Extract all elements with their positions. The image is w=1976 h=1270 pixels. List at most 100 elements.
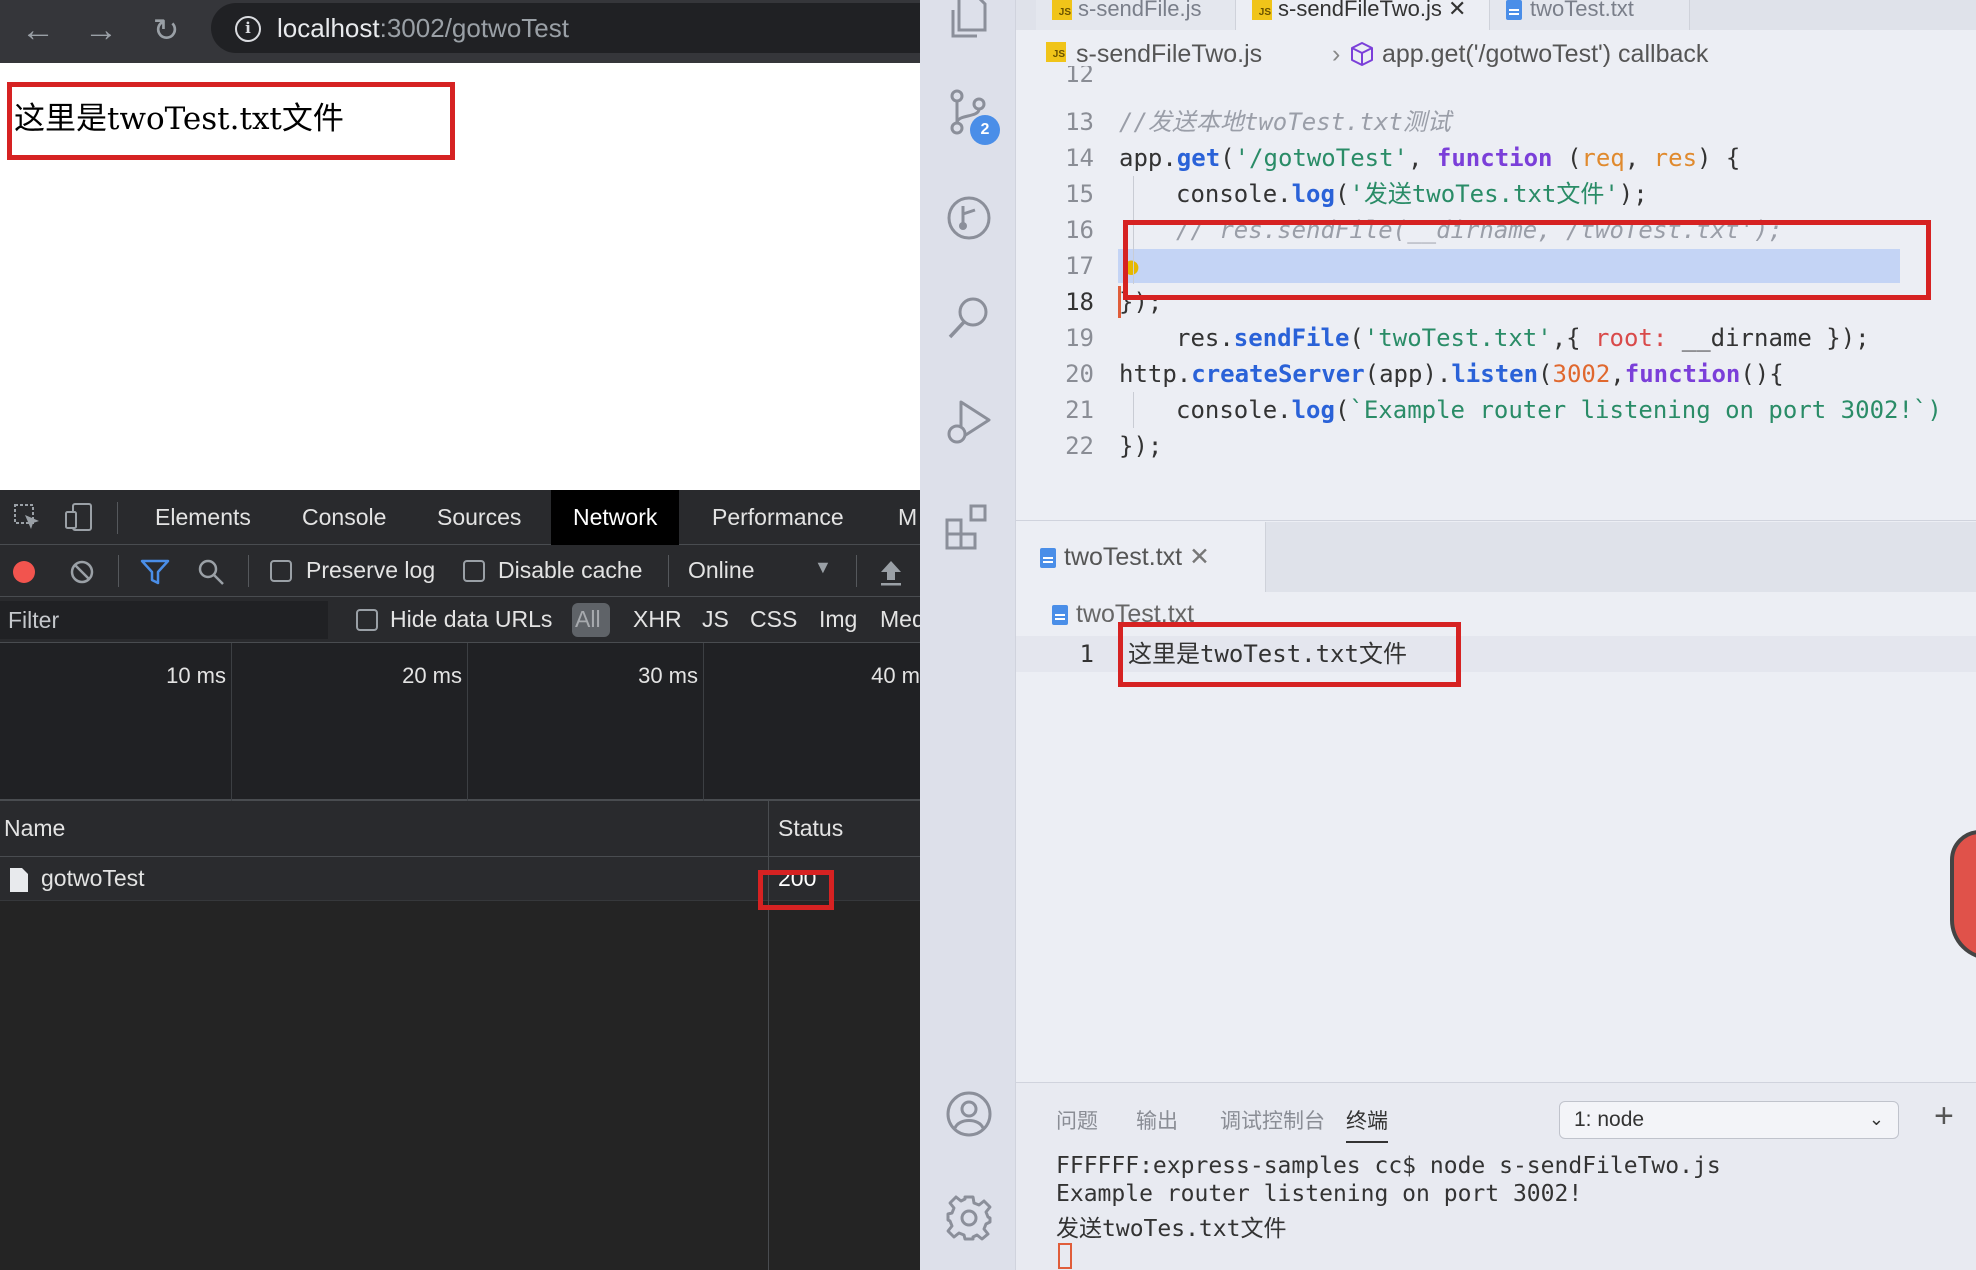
hide-data-urls-label: Hide data URLs — [390, 606, 553, 632]
js-file-icon: JS — [1052, 0, 1072, 20]
terminal-line: Example router listening on port 3002! — [1056, 1181, 1583, 1207]
type-css[interactable]: CSS — [750, 606, 797, 633]
hide-data-urls-checkbox[interactable] — [356, 609, 378, 631]
close-icon[interactable]: ✕ — [1189, 543, 1210, 571]
search-icon[interactable] — [945, 294, 993, 342]
devtools-tabs: Elements Console Sources Network Perform… — [0, 490, 920, 545]
tab-debug-console[interactable]: 调试控制台 — [1220, 1105, 1325, 1135]
address-bar[interactable]: i localhost:3002/gotwoTest — [211, 3, 920, 53]
type-img[interactable]: Img — [819, 606, 857, 633]
url-text[interactable]: localhost:3002/gotwoTest — [277, 13, 569, 44]
terminal-line: 发送twoTes.txt文件 — [1056, 1216, 1287, 1242]
network-overview[interactable]: 10 ms 20 ms 30 ms 40 m — [0, 643, 920, 801]
request-name[interactable]: gotwoTest — [41, 865, 145, 892]
info-icon[interactable]: i — [235, 16, 261, 42]
import-har-icon[interactable] — [878, 557, 904, 587]
column-name[interactable]: Name — [4, 815, 65, 842]
terminal-line: FFFFFF:express-samples cc$ node s-sendFi… — [1056, 1153, 1721, 1179]
network-toolbar: Preserve log Disable cache Online ▼ — [0, 545, 920, 597]
explorer-icon[interactable] — [945, 0, 993, 48]
tab-performance[interactable]: Performance — [690, 490, 866, 545]
code-line[interactable]: 14 app.get('/gotwoTest', function (req, r… — [1016, 140, 1976, 176]
tab-more[interactable]: M — [876, 490, 920, 545]
disable-cache-checkbox[interactable] — [463, 560, 485, 582]
clear-icon[interactable] — [68, 558, 96, 586]
editor-tabs-2: twoTest.txt ✕ — [1016, 522, 1976, 592]
tab-output[interactable]: 输出 — [1136, 1105, 1178, 1135]
tab-s-sendfiletwo[interactable]: JS s-sendFileTwo.js ✕ — [1236, 0, 1490, 30]
record-button[interactable] — [13, 561, 35, 583]
throttle-select[interactable]: Online — [688, 557, 754, 584]
forward-icon[interactable]: → — [81, 10, 121, 50]
tab-elements[interactable]: Elements — [133, 490, 273, 545]
chevron-down-icon: ⌄ — [1868, 1109, 1884, 1129]
search-icon[interactable] — [197, 558, 225, 586]
highlight-box — [1123, 220, 1931, 300]
type-all[interactable]: All — [575, 606, 601, 633]
type-xhr[interactable]: XHR — [633, 606, 682, 633]
text-file-icon — [1506, 0, 1522, 20]
timeline-label: 20 ms — [402, 663, 462, 688]
disable-cache-label: Disable cache — [498, 557, 643, 583]
breadcrumb-symbol[interactable]: app.get('/gotwoTest') callback — [1382, 40, 1708, 69]
tab-twotest-txt[interactable]: twoTest.txt — [1490, 0, 1690, 30]
tab-problems[interactable]: 问题 — [1056, 1105, 1098, 1135]
close-icon[interactable]: ✕ — [1448, 0, 1466, 21]
plus-icon[interactable]: + — [1934, 1097, 1954, 1136]
text-file-icon — [1040, 548, 1056, 569]
filter-bar: Filter Hide data URLs All XHR JS CSS Img… — [0, 597, 920, 643]
group-divider — [1016, 520, 1976, 521]
tab-sources[interactable]: Sources — [415, 490, 543, 545]
highlight-box — [7, 82, 455, 160]
code-line[interactable]: 20 http.createServer(app).listen(3002,fun… — [1016, 356, 1976, 392]
text-file-icon — [1052, 605, 1068, 626]
chevron-down-icon[interactable]: ▼ — [814, 557, 832, 578]
tab-s-sendfile[interactable]: JS s-sendFile.js — [1036, 0, 1236, 30]
request-table-header: Name Status — [0, 801, 920, 857]
code-line[interactable]: 21 console.log(`Example router listening … — [1016, 392, 1976, 428]
indent-guide — [1133, 392, 1134, 428]
filter-input[interactable]: Filter — [8, 607, 59, 634]
column-status[interactable]: Status — [778, 815, 843, 842]
code-line[interactable]: 19 — [1016, 320, 1976, 356]
scm-badge: 2 — [970, 115, 1000, 145]
device-toolbar-icon[interactable] — [64, 502, 94, 532]
activity-bar: 2 — [920, 0, 1016, 1270]
code-line[interactable]: 12 — [1016, 66, 1976, 86]
tab-console[interactable]: Console — [280, 490, 408, 545]
account-icon[interactable] — [945, 1090, 993, 1138]
type-media[interactable]: Med — [880, 606, 920, 633]
filter-icon[interactable] — [140, 558, 170, 586]
tab-twotest-txt-2[interactable]: twoTest.txt ✕ — [1016, 522, 1266, 592]
code-line[interactable]: 15 console.log('发送twoTes.txt文件'); — [1016, 176, 1976, 212]
extensions-icon[interactable] — [945, 502, 993, 550]
preserve-log-checkbox[interactable] — [270, 560, 292, 582]
code-line[interactable]: 22}); — [1016, 428, 1976, 464]
highlight-box — [1118, 622, 1461, 687]
timeline-icon[interactable] — [945, 194, 993, 242]
terminal-select[interactable]: 1: node ⌄ — [1559, 1101, 1899, 1139]
breadcrumb-file[interactable]: s-sendFileTwo.js — [1076, 40, 1262, 69]
highlight-box — [758, 870, 834, 910]
code-line[interactable]: 13//发送本地twoTest.txt测试 — [1016, 104, 1976, 140]
type-js[interactable]: JS — [702, 606, 729, 633]
editor-tabs: JS s-sendFile.js JS s-sendFileTwo.js ✕ two… — [1016, 0, 1976, 30]
timeline-label: 10 ms — [166, 663, 226, 688]
timeline-label: 40 m — [871, 663, 920, 688]
terminal-cursor — [1058, 1243, 1072, 1269]
browser-window: ← → ↻ i localhost:3002/gotwoTest 这里是twoT… — [0, 0, 920, 1270]
js-file-icon: JS — [1252, 0, 1272, 20]
back-icon[interactable]: ← — [18, 10, 58, 50]
chevron-right-icon: › — [1332, 40, 1341, 68]
browser-toolbar: ← → ↻ i localhost:3002/gotwoTest — [0, 0, 920, 63]
reload-icon[interactable]: ↻ — [146, 10, 186, 50]
timeline-label: 30 ms — [638, 663, 698, 688]
tab-terminal[interactable]: 终端 — [1346, 1105, 1388, 1143]
gear-icon[interactable] — [945, 1194, 993, 1242]
terminal-panel: 问题 输出 调试控制台 终端 1: node ⌄ + FFFFFF:express… — [1016, 1082, 1976, 1270]
inspect-icon[interactable] — [12, 502, 42, 532]
tab-network[interactable]: Network — [551, 490, 680, 545]
document-icon — [10, 868, 28, 892]
run-debug-icon[interactable] — [945, 398, 993, 446]
text-cursor — [1118, 286, 1121, 318]
